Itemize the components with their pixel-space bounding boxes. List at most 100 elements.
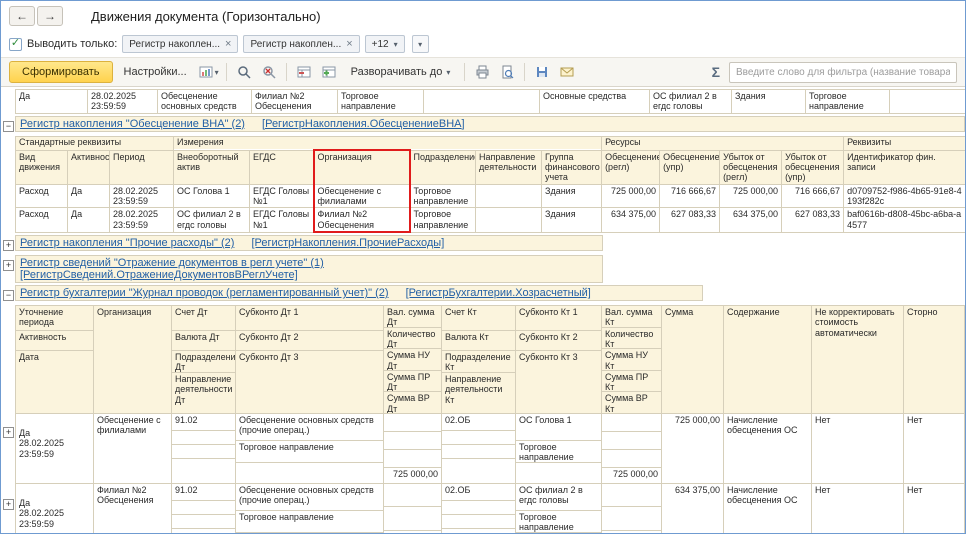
cell-credit-account[interactable]: 02.ОБ: [442, 484, 516, 533]
cell[interactable]: 716 666,67: [782, 184, 844, 208]
save-button[interactable]: [531, 61, 553, 83]
chip-close-icon[interactable]: ×: [225, 39, 231, 50]
cell-movement-type[interactable]: Расход: [16, 184, 68, 208]
cell[interactable]: Основные средства: [540, 90, 650, 114]
cell[interactable]: Да: [16, 90, 88, 114]
cell-organization[interactable]: Обесценение с филиалами: [94, 414, 172, 484]
cell[interactable]: 28.02.2025 23:59:59: [110, 184, 174, 208]
cell-organization-highlighted[interactable]: Филиал №2 Обесценения: [314, 208, 410, 232]
cell[interactable]: ОС филиал 2 в егдс головы: [174, 208, 250, 232]
cell[interactable]: [476, 184, 542, 208]
cell[interactable]: Здания: [542, 208, 602, 232]
cell-debit-sums[interactable]: 725 000,00: [384, 414, 442, 484]
cell-credit-subconto[interactable]: ОС филиал 2 в егдс головы Торговое напра…: [516, 484, 602, 533]
cell[interactable]: 627 083,33: [660, 208, 720, 232]
cell-debit-subconto[interactable]: Обесценение основных средств (прочие опе…: [236, 414, 384, 484]
cell-period[interactable]: Да 28.02.2025 23:59:59: [16, 484, 94, 533]
collapse-section-toggle[interactable]: −: [3, 290, 14, 301]
register-ref-link[interactable]: [РегистрСведений.ОтражениеДокументовВРег…: [20, 269, 598, 281]
cell[interactable]: Торговое направление: [410, 208, 476, 232]
cell[interactable]: Здания: [542, 184, 602, 208]
collapse-section-toggle[interactable]: −: [3, 121, 14, 132]
cell[interactable]: 716 666,67: [660, 184, 720, 208]
cell[interactable]: 28.02.2025 23:59:59: [88, 90, 158, 114]
cell-debit-subconto[interactable]: Обесценение основных средств (прочие опе…: [236, 484, 384, 533]
register-link[interactable]: Регистр накопления "Обесценение ВНА" (2): [20, 118, 245, 130]
cell[interactable]: 28.02.2025 23:59:59: [110, 208, 174, 232]
expand-to-button[interactable]: Разворачивать до ▾: [343, 61, 459, 83]
print-button[interactable]: [471, 61, 493, 83]
cell-sum[interactable]: 634 375,00: [662, 484, 724, 533]
cell[interactable]: ЕГДС Головы №1: [250, 184, 314, 208]
cell-credit-subconto[interactable]: ОС Голова 1 Торговое направление: [516, 414, 602, 484]
cell-no-adjust[interactable]: Нет: [812, 414, 904, 484]
cell-debit-account[interactable]: 91.02: [172, 414, 236, 484]
posting-row[interactable]: Да 28.02.2025 23:59:59 Обесценение с фил…: [16, 414, 965, 484]
register-link[interactable]: Регистр бухгалтерии "Журнал проводок (ре…: [20, 287, 389, 299]
register-link[interactable]: Регистр накопления "Прочие расходы" (2): [20, 237, 234, 249]
cell[interactable]: 634 375,00: [602, 208, 660, 232]
register-link[interactable]: Регистр сведений "Отражение документов в…: [20, 257, 324, 269]
cell-credit-account[interactable]: 02.ОБ: [442, 414, 516, 484]
cell-credit-sums[interactable]: 725 000,00: [602, 414, 662, 484]
expand-section-toggle[interactable]: +: [3, 240, 14, 251]
cell-organization[interactable]: Филиал №2 Обесценения: [94, 484, 172, 533]
cell[interactable]: 627 083,33: [782, 208, 844, 232]
cell[interactable]: Торговое направление: [338, 90, 424, 114]
expand-row-toggle[interactable]: +: [3, 427, 14, 438]
forward-button[interactable]: →: [37, 6, 63, 26]
report-variants-button[interactable]: ▾: [198, 61, 220, 83]
register-ref-link[interactable]: [РегистрБухгалтерии.Хозрасчетный]: [406, 287, 591, 299]
cell[interactable]: Здания: [732, 90, 806, 114]
show-only-checkbox[interactable]: ✓: [9, 38, 22, 51]
cell[interactable]: d0709752-f986-4b65-91e8-4193f282c: [844, 184, 965, 208]
cell-storno[interactable]: Нет: [904, 484, 965, 533]
cell-storno[interactable]: Нет: [904, 414, 965, 484]
cell[interactable]: Торговое направление: [806, 90, 890, 114]
cell-debit-account[interactable]: 91.02: [172, 484, 236, 533]
cell[interactable]: Обесценение основных средств: [158, 90, 252, 114]
cell[interactable]: Да: [68, 208, 110, 232]
cell[interactable]: baf0616b-d808-45bc-a6ba-a4577: [844, 208, 965, 232]
expand-section-toggle[interactable]: +: [3, 260, 14, 271]
cancel-search-button[interactable]: [258, 61, 280, 83]
cell-content[interactable]: Начисление обесценения ОС: [724, 484, 812, 533]
posting-row[interactable]: Да 28.02.2025 23:59:59 Филиал №2 Обесцен…: [16, 484, 965, 533]
print-preview-button[interactable]: [496, 61, 518, 83]
cell[interactable]: 725 000,00: [602, 184, 660, 208]
cell-period[interactable]: Да 28.02.2025 23:59:59: [16, 414, 94, 484]
cell-organization-highlighted[interactable]: Обесценение с филиалами: [314, 184, 410, 208]
cell[interactable]: Да: [68, 184, 110, 208]
quick-filter-input[interactable]: [729, 62, 957, 83]
cell-no-adjust[interactable]: Нет: [812, 484, 904, 533]
chip-close-icon[interactable]: ×: [346, 39, 352, 50]
settings-button[interactable]: Настройки...: [116, 61, 195, 83]
expand-row-toggle[interactable]: +: [3, 499, 14, 510]
back-button[interactable]: ←: [9, 6, 35, 26]
cell-movement-type[interactable]: Расход: [16, 208, 68, 232]
cell[interactable]: Филиал №2 Обесценения: [252, 90, 338, 114]
cell[interactable]: Торговое направление: [410, 184, 476, 208]
cell[interactable]: [424, 90, 540, 114]
filter-chip-register2[interactable]: Регистр накоплен... ×: [243, 35, 359, 53]
cell[interactable]: ЕГДС Головы №1: [250, 208, 314, 232]
expand-groups-button[interactable]: [318, 61, 340, 83]
filter-chip-more[interactable]: +12 ▾: [365, 35, 405, 53]
cell[interactable]: 725 000,00: [720, 184, 782, 208]
generate-button[interactable]: Сформировать: [9, 61, 113, 83]
cell[interactable]: ОС филиал 2 в егдс головы: [650, 90, 732, 114]
cell-debit-sums[interactable]: 634 375,00: [384, 484, 442, 533]
send-email-button[interactable]: [556, 61, 578, 83]
register-ref-link[interactable]: [РегистрНакопления.ОбесценениеВНА]: [262, 118, 465, 130]
cell[interactable]: 634 375,00: [720, 208, 782, 232]
collapse-groups-button[interactable]: [293, 61, 315, 83]
filter-list-dropdown-button[interactable]: ▾: [412, 35, 429, 53]
cell[interactable]: [476, 208, 542, 232]
filter-chip-register1[interactable]: Регистр накоплен... ×: [122, 35, 238, 53]
sum-button[interactable]: Σ: [706, 64, 726, 80]
cell-credit-sums[interactable]: 634 375,00: [602, 484, 662, 533]
cell[interactable]: [890, 90, 966, 114]
cell-content[interactable]: Начисление обесценения ОС: [724, 414, 812, 484]
find-button[interactable]: [233, 61, 255, 83]
cell[interactable]: ОС Голова 1: [174, 184, 250, 208]
